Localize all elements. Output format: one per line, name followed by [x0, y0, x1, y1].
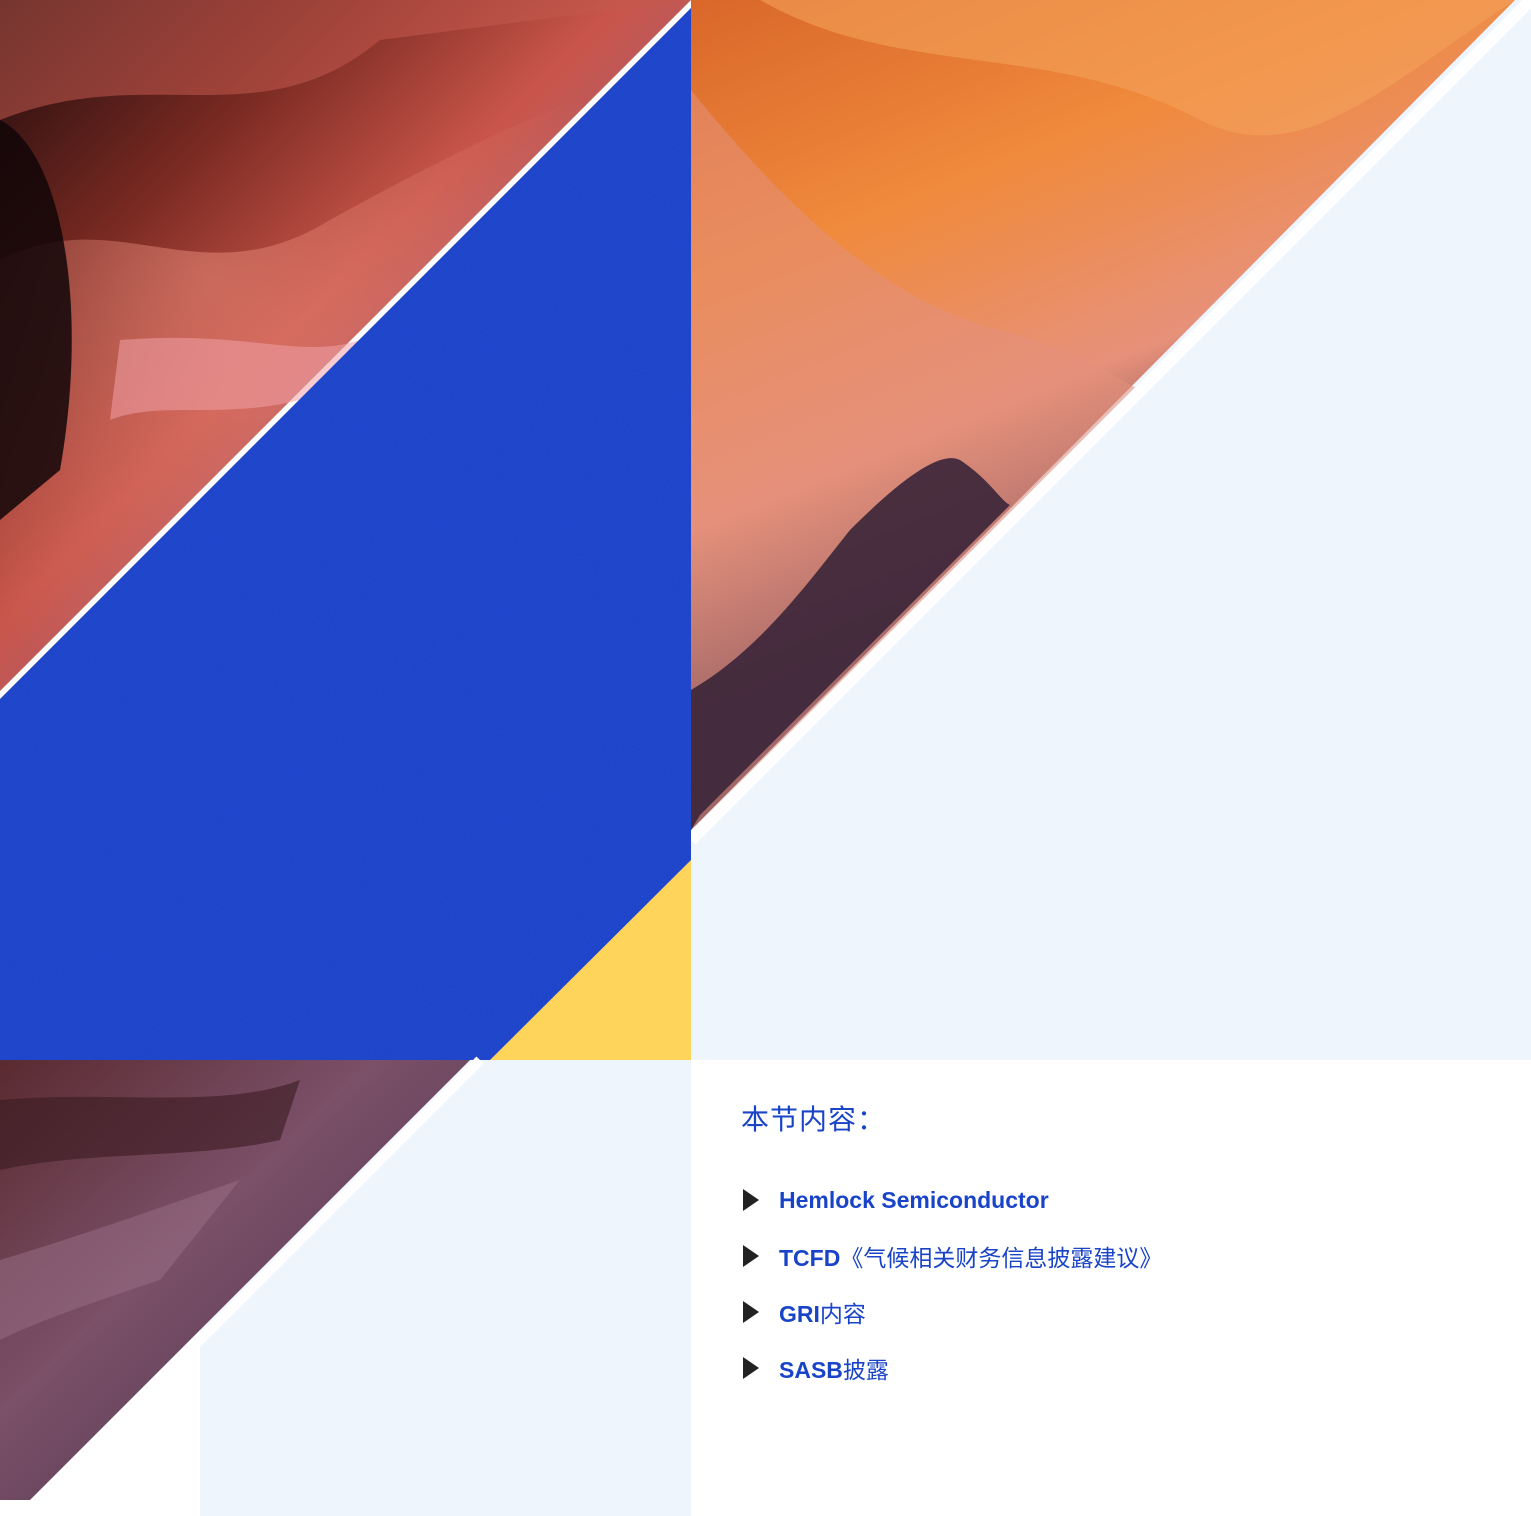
toc-item-hemlock[interactable]: Hemlock Semiconductor — [741, 1172, 1501, 1228]
toc-item-gri[interactable]: GRI内容 — [741, 1284, 1501, 1340]
toc-item-rest-label: 披露 — [842, 1357, 889, 1383]
toc-item-label: SASB披露 — [779, 1351, 889, 1385]
toc-item-label: TCFD《气候相关财务信息披露建议》 — [779, 1239, 1162, 1273]
toc-item-label: Hemlock Semiconductor — [779, 1187, 1049, 1214]
section-title: 本节内容： — [741, 1103, 887, 1136]
toc-item-bold-label: Hemlock Semiconductor — [779, 1186, 1049, 1213]
toc-item-bold-label: GRI — [779, 1301, 820, 1327]
toc-item-rest-label: 内容 — [819, 1301, 866, 1327]
triangle-right-icon — [743, 1357, 759, 1379]
triangle-right-icon — [743, 1245, 759, 1267]
section-list: Hemlock Semiconductor TCFD《气候相关财务信息披露建议》… — [741, 1172, 1501, 1396]
toc-item-tcfd[interactable]: TCFD《气候相关财务信息披露建议》 — [741, 1228, 1501, 1284]
toc-item-label: GRI内容 — [779, 1295, 866, 1329]
toc-item-bold-label: SASB — [779, 1357, 843, 1383]
toc-item-sasb[interactable]: SASB披露 — [741, 1340, 1501, 1396]
section-contents: 本节内容： Hemlock Semiconductor TCFD《气候相关财务信… — [741, 1098, 1501, 1396]
triangle-right-icon — [743, 1189, 759, 1211]
toc-item-bold-label: TCFD — [779, 1245, 841, 1271]
triangle-right-icon — [743, 1301, 759, 1323]
toc-item-rest-label: 《气候相关财务信息披露建议》 — [840, 1245, 1163, 1271]
